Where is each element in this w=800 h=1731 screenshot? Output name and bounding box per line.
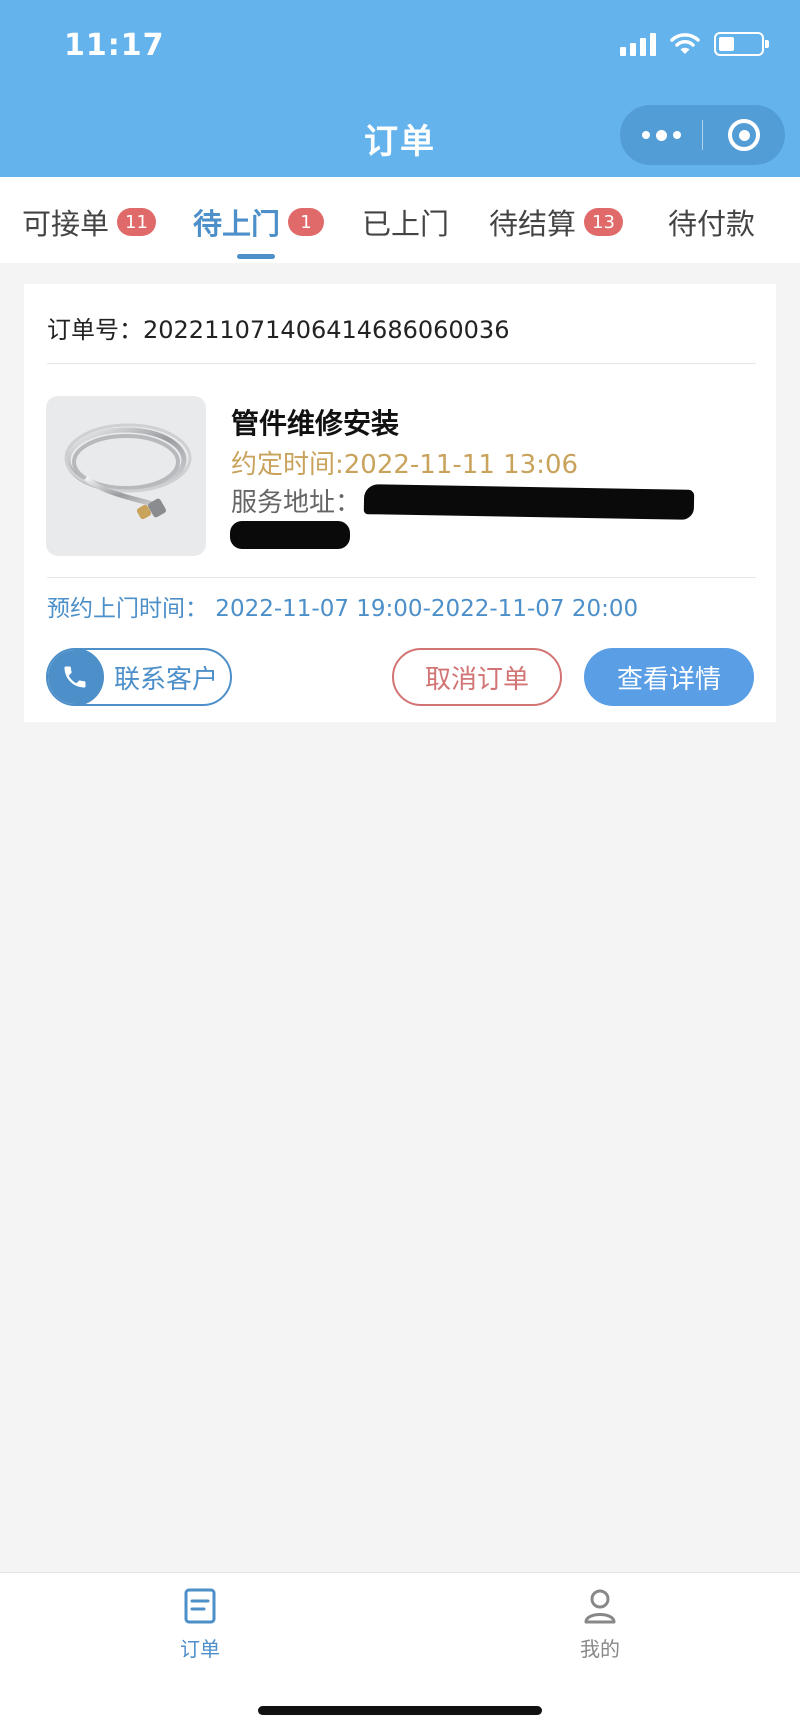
tab-label: 待上门: [193, 207, 281, 241]
status-tabs: 可接单 11 待上门 1 已上门 待结算 13 待付款: [0, 177, 800, 263]
bottom-tab-label: 我的: [580, 1637, 620, 1661]
tab-label: 已上门: [362, 207, 450, 241]
signal-icon: [620, 32, 656, 56]
contact-customer-button[interactable]: 联系客户: [46, 648, 232, 706]
nav-header: 11:17 订单: [0, 0, 800, 177]
appointed-time: 约定时间:2022-11-11 13:06: [231, 450, 579, 480]
bottom-tab-mine[interactable]: 我的: [540, 1587, 660, 1662]
tab-label: 待结算: [489, 207, 577, 241]
divider: [47, 363, 756, 364]
tab-available[interactable]: 可接单 11: [22, 201, 156, 243]
battery-icon: [714, 32, 769, 56]
address-redaction: [363, 484, 695, 520]
service-image: [46, 396, 206, 556]
order-card: 订单号：20221107140641468606003​6 管件维修安装 约定时…: [24, 284, 776, 722]
status-time: 11:17: [64, 28, 165, 63]
bottom-tab-orders[interactable]: 订单: [140, 1587, 260, 1662]
divider: [47, 577, 756, 578]
tab-label: 可接单: [22, 207, 110, 241]
hose-image: [64, 423, 192, 520]
tab-visited[interactable]: 已上门: [362, 201, 449, 243]
address-label: 服务地址：: [231, 488, 362, 518]
tab-label: 待付款: [668, 207, 756, 241]
tab-badge: 13: [584, 208, 623, 236]
tab-badge: 1: [288, 208, 325, 236]
address-redaction: [230, 521, 350, 549]
order-doc-icon: [184, 1588, 216, 1624]
tab-pending-settlement[interactable]: 待结算 13: [489, 201, 623, 243]
service-name: 管件维修安装: [231, 407, 400, 440]
status-icons: [620, 32, 769, 56]
miniapp-capsule: [620, 105, 785, 165]
close-miniapp-icon[interactable]: [703, 119, 785, 151]
tab-badge: 11: [117, 208, 156, 236]
view-details-button[interactable]: 查看详情: [584, 648, 754, 706]
tab-pending-visit[interactable]: 待上门 1: [193, 201, 325, 243]
order-number-label: 订单号：: [47, 316, 143, 344]
wifi-icon: [670, 33, 700, 54]
scheduled-visit-time: 预约上门时间： 2022-11-07 19:00-2022-11-07 20:0…: [47, 596, 639, 622]
person-icon: [584, 1589, 616, 1624]
phone-icon: [48, 650, 104, 704]
more-icon[interactable]: [620, 105, 702, 165]
order-number: 订单号：20221107140641468606003​6: [47, 310, 509, 345]
contact-customer-label: 联系客户: [114, 664, 219, 695]
active-tab-indicator: [237, 254, 275, 259]
bottom-tab-label: 订单: [180, 1637, 220, 1661]
cancel-order-button[interactable]: 取消订单: [392, 648, 562, 706]
home-indicator: [258, 1706, 542, 1715]
tab-pending-payment[interactable]: 待付款: [668, 201, 755, 243]
order-number-value: 20221107140641468606003​6: [143, 316, 510, 344]
